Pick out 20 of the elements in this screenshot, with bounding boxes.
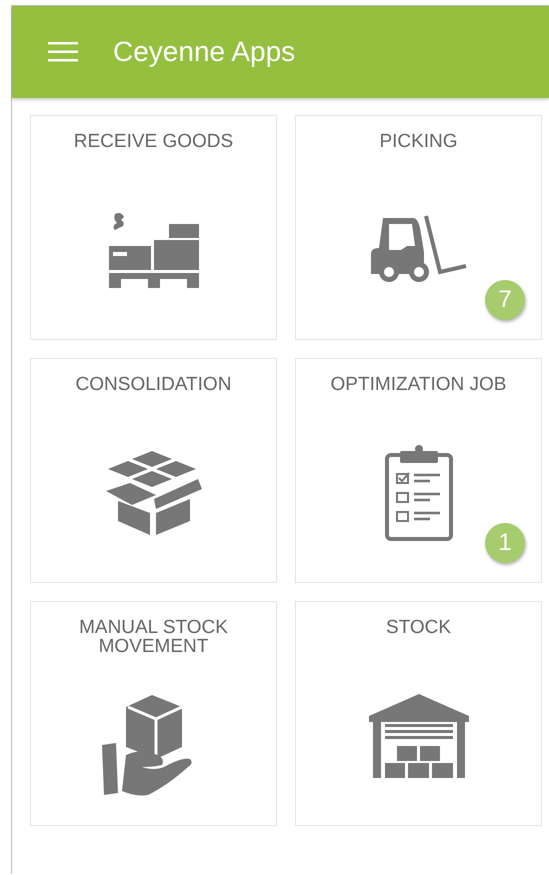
tile-title: MANUAL STOCK MOVEMENT [78,618,229,656]
count-badge: 1 [485,523,525,563]
tile-title: CONSOLIDATION [74,375,232,394]
tile-title: RECEIVE GOODS [72,132,234,151]
tile-title: OPTIMIZATION JOB [330,375,508,394]
warehouse-icon [368,694,468,778]
tile-title: PICKING [378,132,459,151]
app-tile[interactable]: RECEIVE GOODS [30,115,277,340]
app-tile[interactable]: STOCK [295,601,542,826]
app-title: Ceyenne Apps [113,36,296,68]
menu-icon[interactable] [48,41,78,63]
app-tile[interactable]: OPTIMIZATION JOB 1 [295,358,542,583]
pallet-boxes-icon [108,212,198,288]
app-tile[interactable]: CONSOLIDATION [30,358,277,583]
open-box-icon [106,451,202,535]
app-tile[interactable]: PICKING 7 [295,115,542,340]
count-badge: 7 [485,280,525,320]
clipboard-checklist-icon [384,445,454,541]
tile-title: STOCK [384,618,452,637]
app-tile[interactable]: MANUAL STOCK MOVEMENT [30,601,277,826]
